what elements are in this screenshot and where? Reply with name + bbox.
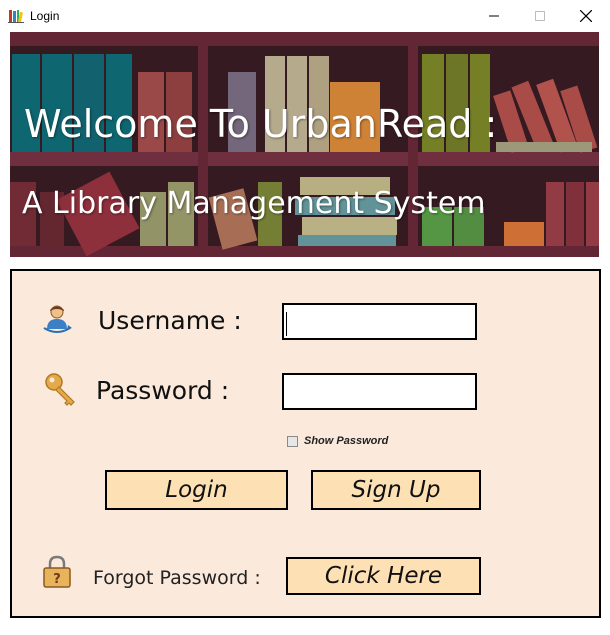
window-title: Login (30, 9, 60, 23)
click-here-button[interactable]: Click Here (286, 557, 481, 595)
header-banner: Welcome To UrbanRead : A Library Managem… (10, 32, 599, 257)
username-label: Username : (98, 306, 242, 335)
password-label: Password : (96, 376, 230, 405)
banner-title: Welcome To UrbanRead : (24, 102, 498, 146)
books-app-icon (8, 10, 24, 23)
key-icon (45, 373, 75, 406)
minimize-icon (489, 15, 499, 17)
signup-button[interactable]: Sign Up (311, 470, 481, 510)
text-cursor (286, 312, 287, 336)
password-input[interactable] (282, 373, 477, 410)
maximize-icon (535, 11, 545, 21)
svg-text:?: ? (53, 572, 61, 587)
show-password-checkbox[interactable] (287, 436, 298, 447)
close-icon (580, 10, 592, 22)
user-icon (43, 305, 72, 333)
minimize-button[interactable] (471, 0, 517, 32)
login-button[interactable]: Login (105, 470, 288, 510)
banner-subtitle: A Library Management System (22, 186, 486, 221)
show-password-label[interactable]: Show Password (304, 435, 388, 447)
padlock-icon: ? (43, 555, 71, 588)
maximize-button[interactable] (517, 0, 563, 32)
forgot-password-label: Forgot Password : (93, 567, 261, 589)
close-button[interactable] (563, 0, 609, 32)
username-input[interactable] (282, 303, 477, 340)
window-titlebar: Login (0, 0, 610, 32)
